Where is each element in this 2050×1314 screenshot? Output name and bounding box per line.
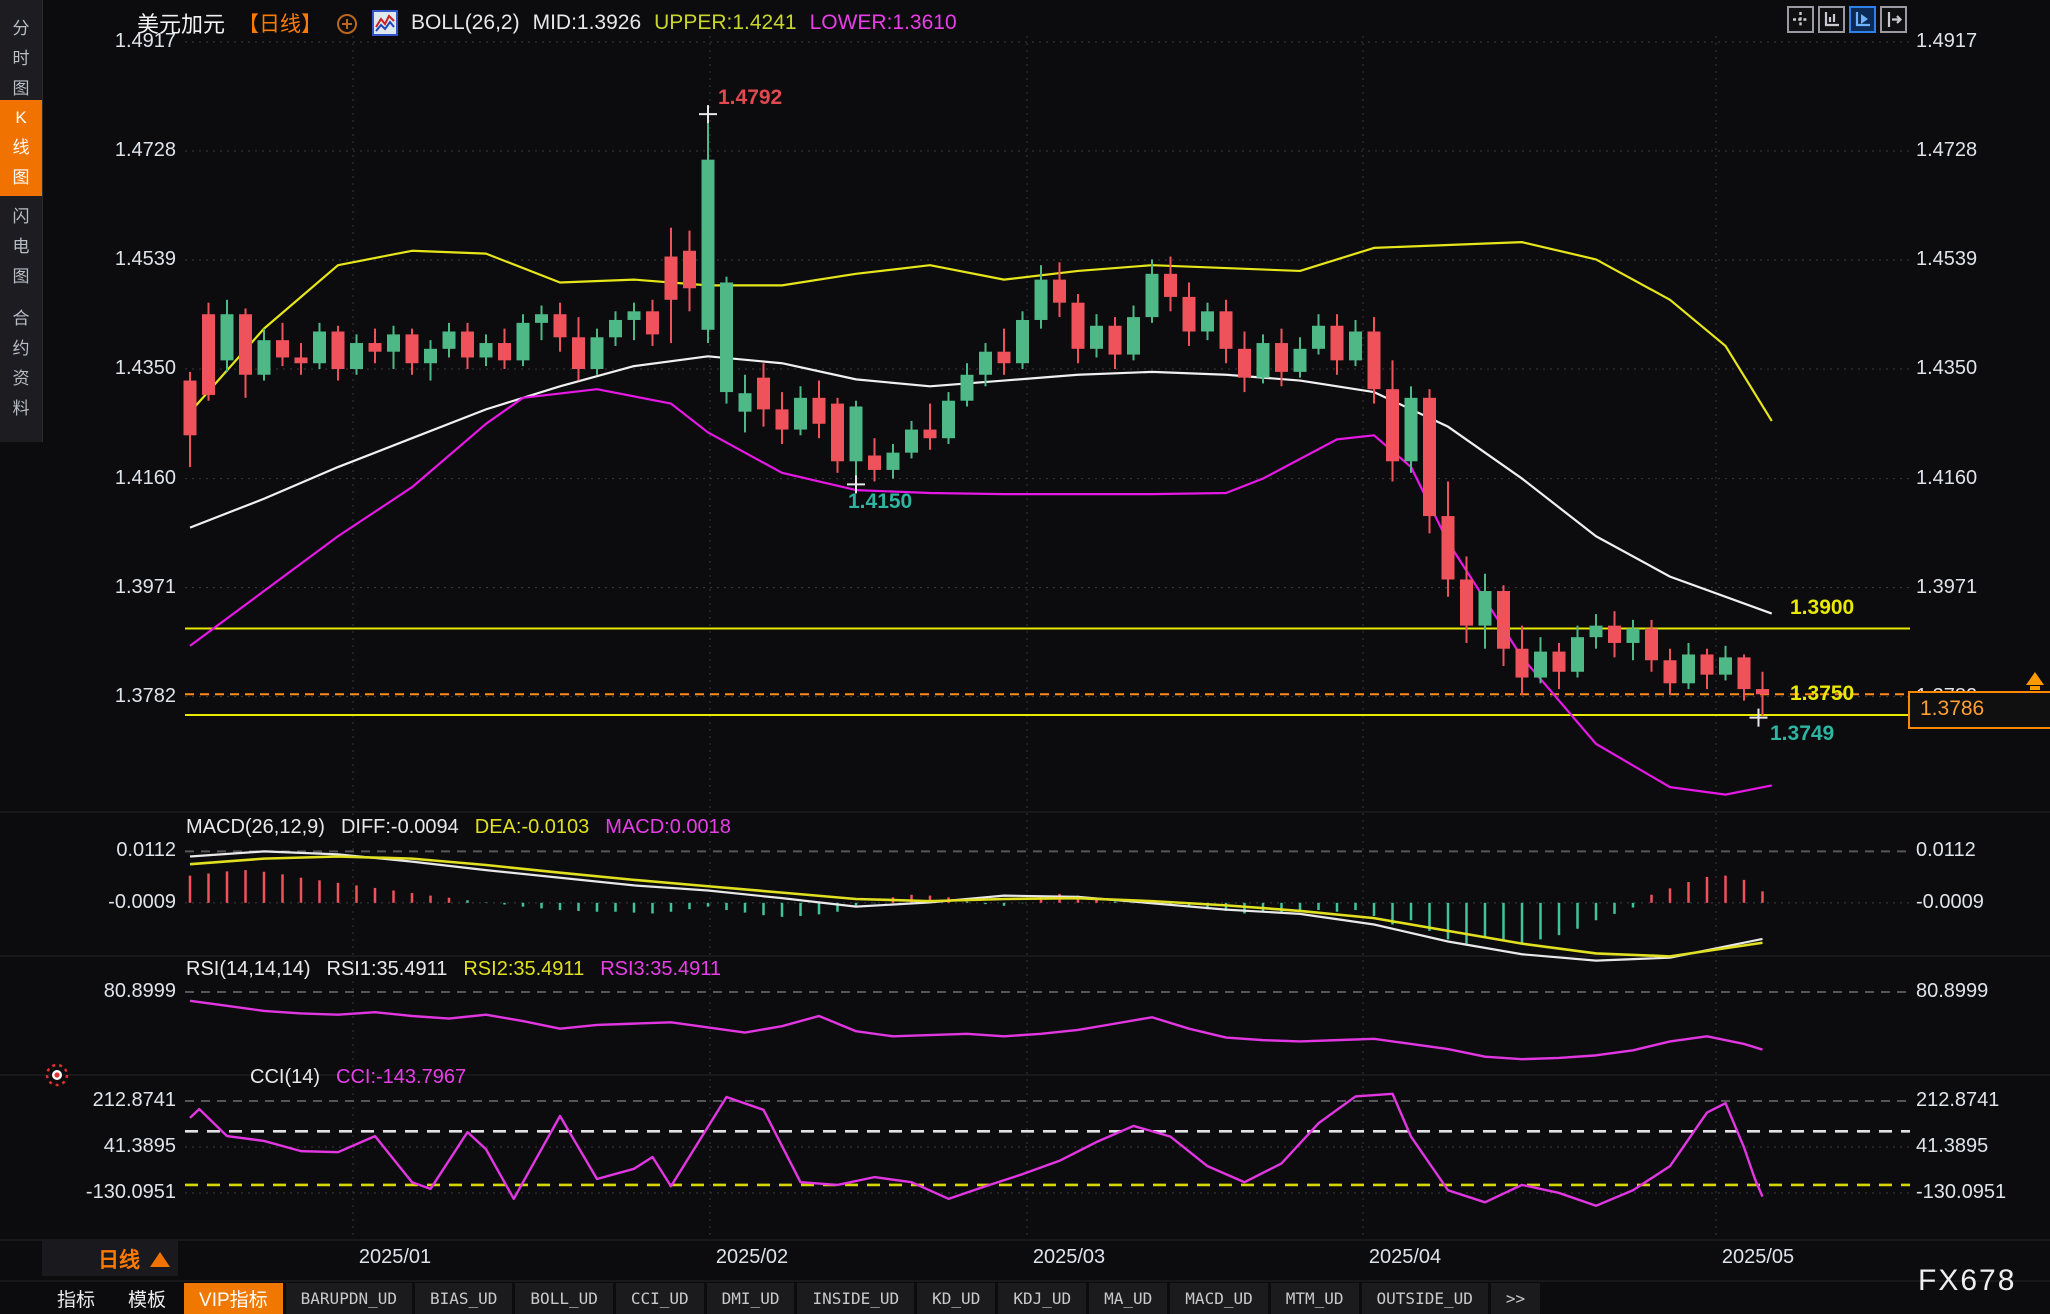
scroll-latest-icon-base[interactable] <box>2030 686 2040 690</box>
indicator-tick-left: -0.0009 <box>44 891 176 914</box>
time-tick: 2025/03 <box>1033 1246 1105 1269</box>
price-tick-left: 1.4917 <box>44 30 176 53</box>
price-tick-left: 1.4728 <box>44 139 176 162</box>
time-tick: 2025/01 <box>359 1246 431 1269</box>
period-selector-label: 日线 <box>98 1244 140 1274</box>
indicator-tick-left: 41.3895 <box>44 1135 176 1158</box>
axis-scale-icon[interactable] <box>1818 6 1845 33</box>
price-tick-right: 1.3971 <box>1916 576 1977 599</box>
rsi-title: RSI(14,14,14) <box>186 958 311 981</box>
rsi2-value: RSI2:35.4911 <box>463 958 584 981</box>
boll-mid-value: MID:1.3926 <box>533 11 642 35</box>
low-price-label: 1.4150 <box>848 490 912 514</box>
price-tick-left: 1.4539 <box>44 248 176 271</box>
tab-boll-ud[interactable]: BOLL_UD <box>515 1283 612 1314</box>
macd-diff-value: DIFF:-0.0094 <box>341 816 459 839</box>
price-tick-left: 1.3971 <box>44 576 176 599</box>
tab-模板[interactable]: 模板 <box>113 1283 181 1314</box>
watermark: FX678 <box>1918 1264 2016 1298</box>
tab-mtm-ud[interactable]: MTM_UD <box>1271 1283 1359 1314</box>
tab-macd-ud[interactable]: MACD_UD <box>1170 1283 1267 1314</box>
sidebar-item-3[interactable]: 合约资料 <box>0 296 42 427</box>
tab-outside-ud[interactable]: OUTSIDE_UD <box>1362 1283 1488 1314</box>
boll-lower-value: LOWER:1.3610 <box>810 11 957 35</box>
chart-canvas[interactable] <box>0 0 2050 1314</box>
shift-right-icon[interactable] <box>1880 6 1907 33</box>
cci-title: CCI(14) <box>250 1066 320 1089</box>
macd-dea-value: DEA:-0.0103 <box>475 816 590 839</box>
rsi3-value: RSI3:35.4911 <box>600 958 721 981</box>
indicator-tick-right: 212.8741 <box>1916 1089 1999 1112</box>
last-low-label: 1.3749 <box>1770 722 1834 746</box>
tab-kdj-ud[interactable]: KDJ_UD <box>998 1283 1086 1314</box>
triangle-up-icon <box>150 1252 170 1267</box>
indicator-tick-right: 41.3895 <box>1916 1135 1988 1158</box>
chart-header: 美元加元 【日线】 BOLL(26,2) MID:1.3926 UPPER:1.… <box>137 7 957 39</box>
price-tick-right: 1.4539 <box>1916 248 1977 271</box>
rsi1-value: RSI1:35.4911 <box>327 958 448 981</box>
time-tick: 2025/02 <box>716 1246 788 1269</box>
tab-指标[interactable]: 指标 <box>42 1283 110 1314</box>
boll-upper-value: UPPER:1.4241 <box>654 11 796 35</box>
tab-vip指标[interactable]: VIP指标 <box>184 1283 283 1314</box>
indicator-tick-right: -0.0009 <box>1916 891 1984 914</box>
add-indicator-icon[interactable] <box>335 11 359 35</box>
scroll-latest-icon[interactable] <box>2026 672 2044 685</box>
cci-value: CCI:-143.7967 <box>336 1066 466 1089</box>
indicator-tick-left: 80.8999 <box>44 980 176 1003</box>
time-tick: 2025/04 <box>1369 1246 1441 1269</box>
sidebar-item-1[interactable]: K线图 <box>0 100 42 196</box>
price-tick-left: 1.4160 <box>44 467 176 490</box>
tab-bias-ud[interactable]: BIAS_UD <box>415 1283 512 1314</box>
chart-type-icon[interactable] <box>372 10 398 36</box>
hline-lower-label: 1.3750 <box>1790 682 1854 706</box>
time-tick: 2025/05 <box>1722 1246 1794 1269</box>
tab-ma-ud[interactable]: MA_UD <box>1089 1283 1167 1314</box>
sidebar-item-2[interactable]: 闪电图 <box>0 194 42 295</box>
price-tick-right: 1.4350 <box>1916 357 1977 380</box>
app-window: 分时图K线图闪电图合约资料 美元加元 【日线】 BOLL(26,2) MID:1… <box>0 0 2050 1314</box>
tab-inside-ud[interactable]: INSIDE_UD <box>797 1283 914 1314</box>
tab--[interactable]: >> <box>1491 1283 1540 1314</box>
tab-kd-ud[interactable]: KD_UD <box>917 1283 995 1314</box>
price-tick-right: 1.4917 <box>1916 30 1977 53</box>
price-tick-right: 1.4160 <box>1916 467 1977 490</box>
boll-name: BOLL(26,2) <box>411 11 520 35</box>
cci-header: CCI(14) CCI:-143.7967 <box>250 1066 466 1089</box>
price-tick-right: 1.4728 <box>1916 139 1977 162</box>
hline-upper-label: 1.3900 <box>1790 596 1854 620</box>
price-tick-left: 1.3782 <box>44 685 176 708</box>
high-price-label: 1.4792 <box>718 86 782 110</box>
indicator-tick-right: 0.0112 <box>1916 839 1976 862</box>
period-badge: 【日线】 <box>238 8 322 38</box>
macd-title: MACD(26,12,9) <box>186 816 325 839</box>
indicator-tick-left: -130.0951 <box>44 1181 176 1204</box>
pan-tool-icon[interactable] <box>1787 6 1814 33</box>
sidebar-item-0[interactable]: 分时图 <box>0 6 42 107</box>
current-price-box: 1.3786 <box>1908 691 2050 729</box>
indicator-tick-right: 80.8999 <box>1916 980 1988 1003</box>
price-tick-left: 1.4350 <box>44 357 176 380</box>
indicator-tick-left: 0.0112 <box>44 839 176 862</box>
rsi-header: RSI(14,14,14) RSI1:35.4911 RSI2:35.4911 … <box>186 958 721 981</box>
tab-barupdn-ud[interactable]: BARUPDN_UD <box>286 1283 412 1314</box>
live-indicator-icon <box>42 1060 72 1090</box>
play-chart-icon[interactable] <box>1849 6 1876 33</box>
indicator-tabbar: 指标模板VIP指标BARUPDN_UDBIAS_UDBOLL_UDCCI_UDD… <box>42 1283 1540 1314</box>
indicator-tick-left: 212.8741 <box>44 1089 176 1112</box>
tab-dmi-ud[interactable]: DMI_UD <box>707 1283 795 1314</box>
tab-cci-ud[interactable]: CCI_UD <box>616 1283 704 1314</box>
macd-header: MACD(26,12,9) DIFF:-0.0094 DEA:-0.0103 M… <box>186 816 731 839</box>
macd-value: MACD:0.0018 <box>605 816 731 839</box>
period-selector[interactable]: 日线 <box>98 1244 170 1274</box>
indicator-tick-right: -130.0951 <box>1916 1181 2006 1204</box>
